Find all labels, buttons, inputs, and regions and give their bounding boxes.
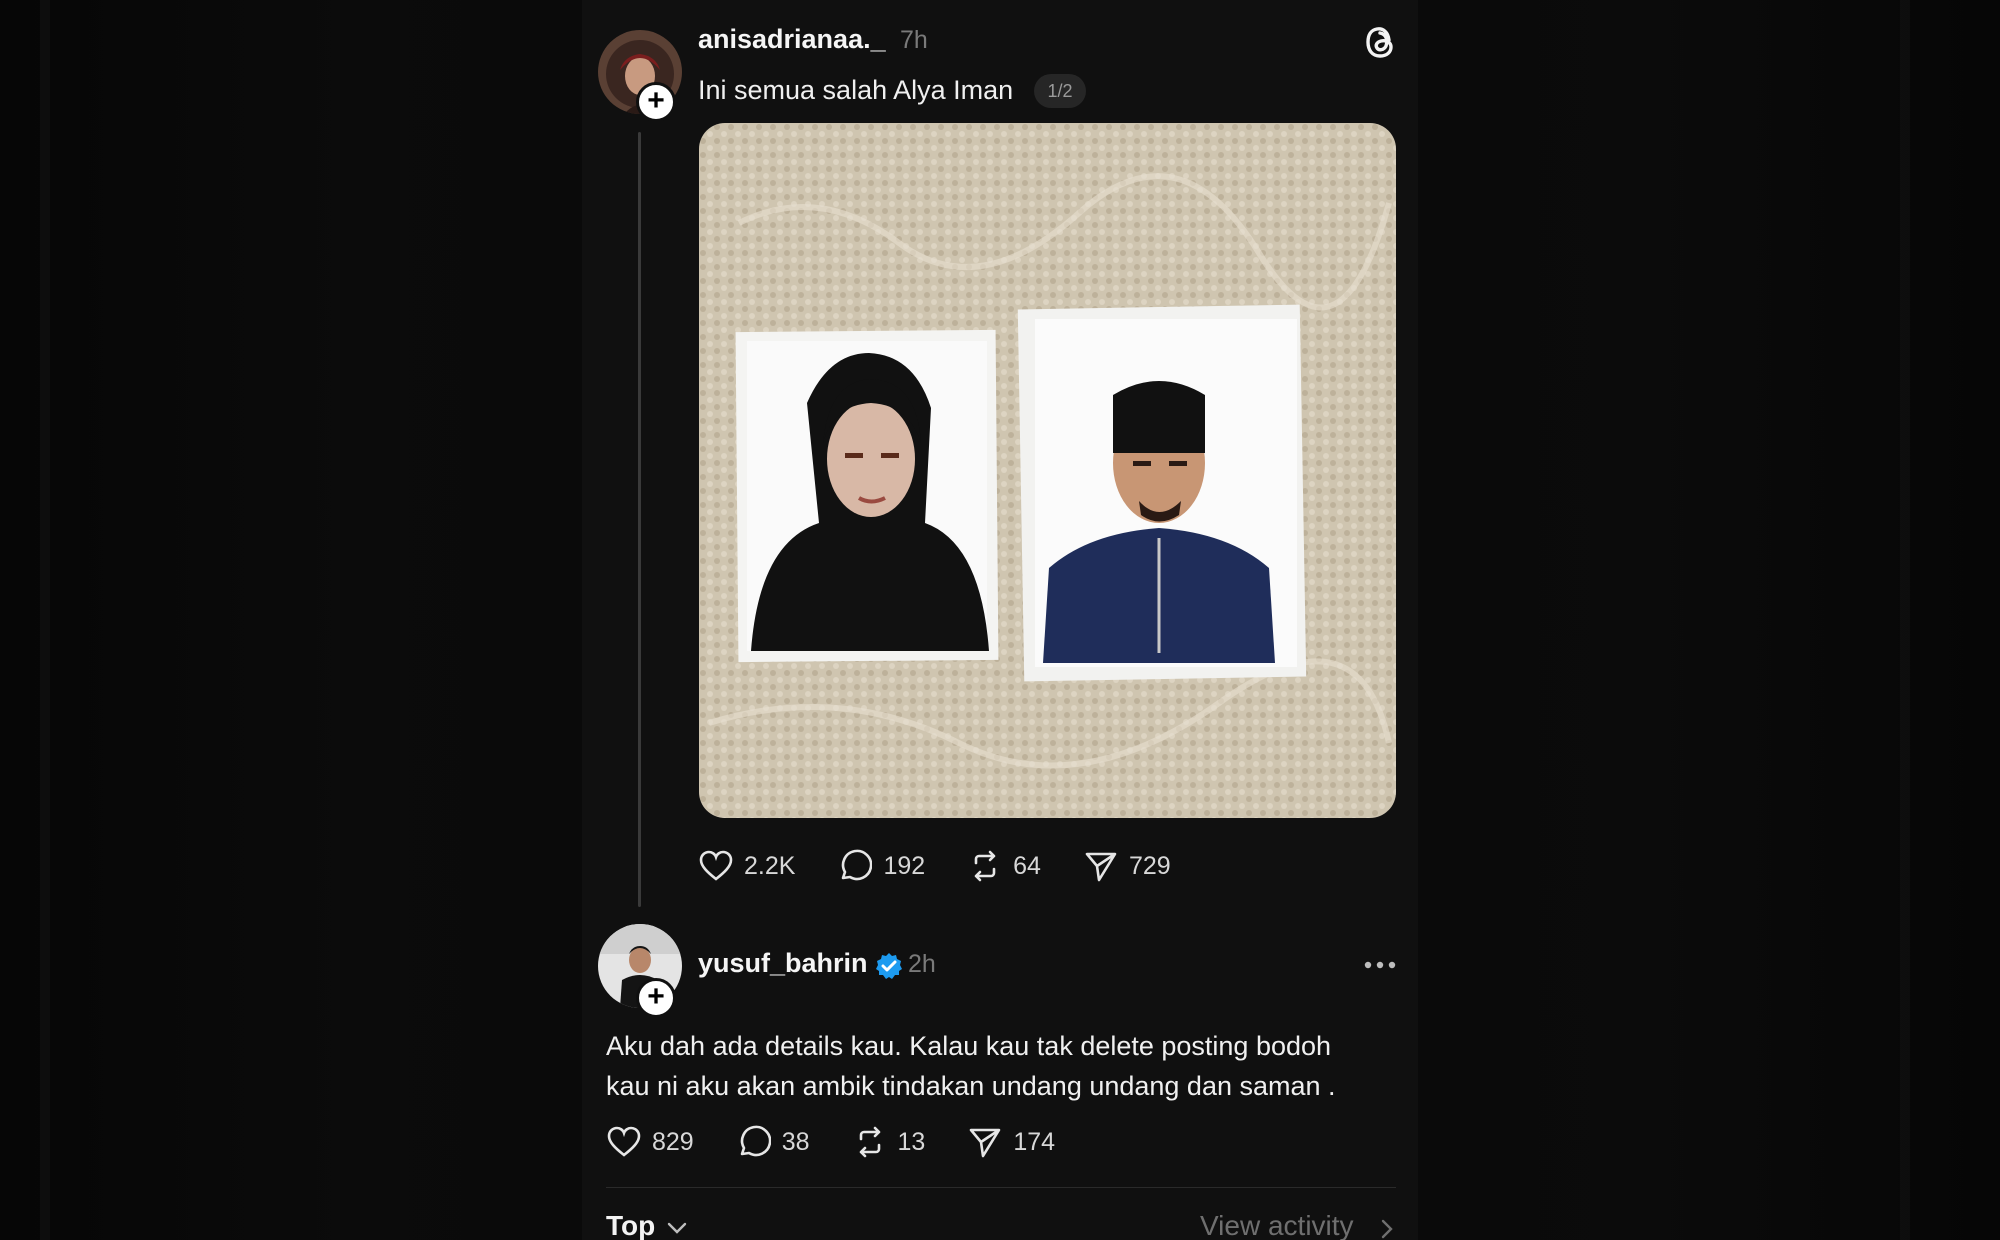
heart-icon bbox=[698, 848, 734, 884]
view-activity-link[interactable]: View activity bbox=[1200, 1210, 1354, 1240]
repost-button[interactable]: 64 bbox=[967, 848, 1041, 884]
reply-comment-button[interactable]: 38 bbox=[736, 1124, 810, 1160]
reply-count: 192 bbox=[883, 851, 926, 880]
follow-plus-icon[interactable]: + bbox=[636, 82, 676, 122]
threads-logo-icon[interactable] bbox=[1360, 20, 1400, 64]
thread-panel: + anisadrianaa._ 7h Ini semua salah Alya… bbox=[582, 0, 1418, 1240]
chevron-right-icon[interactable] bbox=[1380, 1218, 1394, 1240]
reply-text-line-1: Aku dah ada details kau. Kalau kau tak d… bbox=[606, 1031, 1332, 1061]
photo-card-right bbox=[1017, 304, 1307, 682]
repost-count: 64 bbox=[1013, 851, 1041, 880]
chevron-down-icon[interactable] bbox=[666, 1220, 688, 1236]
thread-connector-line bbox=[638, 132, 641, 907]
page-indicator: 1/2 bbox=[1034, 74, 1086, 108]
post-username[interactable]: anisadrianaa._ bbox=[698, 24, 886, 55]
reply-text-line-2: kau ni aku akan ambik tindakan undang un… bbox=[606, 1071, 1336, 1101]
reply-username[interactable]: yusuf_bahrin bbox=[698, 948, 868, 979]
repost-icon bbox=[967, 848, 1003, 884]
send-icon bbox=[1083, 848, 1119, 884]
reply-repost-count: 13 bbox=[897, 1127, 926, 1156]
background-left bbox=[0, 0, 582, 1240]
reply-timestamp: 2h bbox=[908, 950, 936, 978]
like-button[interactable]: 2.2K bbox=[698, 848, 795, 884]
post-actions: 2.2K 192 64 729 bbox=[698, 846, 1213, 886]
share-button[interactable]: 729 bbox=[1083, 848, 1171, 884]
like-count: 2.2K bbox=[744, 851, 796, 880]
photo-card-left bbox=[735, 329, 999, 663]
reply-comment-count: 38 bbox=[781, 1127, 810, 1156]
background-right bbox=[1418, 0, 2000, 1240]
share-count: 729 bbox=[1128, 851, 1171, 880]
comment-icon bbox=[736, 1124, 772, 1160]
reply-share-count: 174 bbox=[1013, 1127, 1056, 1156]
comment-icon bbox=[837, 848, 873, 884]
post-timestamp: 7h bbox=[900, 26, 928, 54]
repost-icon bbox=[852, 1124, 888, 1160]
reply-like-count: 829 bbox=[652, 1127, 694, 1156]
sort-dropdown[interactable]: Top bbox=[606, 1210, 655, 1240]
post-image[interactable] bbox=[699, 123, 1396, 818]
post-text: Ini semua salah Alya Iman bbox=[698, 75, 1014, 105]
divider bbox=[606, 1187, 1396, 1188]
heart-icon bbox=[606, 1124, 642, 1160]
verified-badge-icon bbox=[876, 953, 902, 979]
reply-actions: 829 38 13 174 bbox=[606, 1122, 1097, 1162]
reply-button[interactable]: 192 bbox=[837, 848, 925, 884]
reply-like-button[interactable]: 829 bbox=[606, 1124, 694, 1160]
follow-plus-icon-reply[interactable]: + bbox=[636, 978, 676, 1018]
reply-share-button[interactable]: 174 bbox=[967, 1124, 1055, 1160]
send-icon bbox=[967, 1124, 1003, 1160]
reply-repost-button[interactable]: 13 bbox=[852, 1124, 926, 1160]
more-options-icon[interactable] bbox=[1360, 950, 1400, 980]
